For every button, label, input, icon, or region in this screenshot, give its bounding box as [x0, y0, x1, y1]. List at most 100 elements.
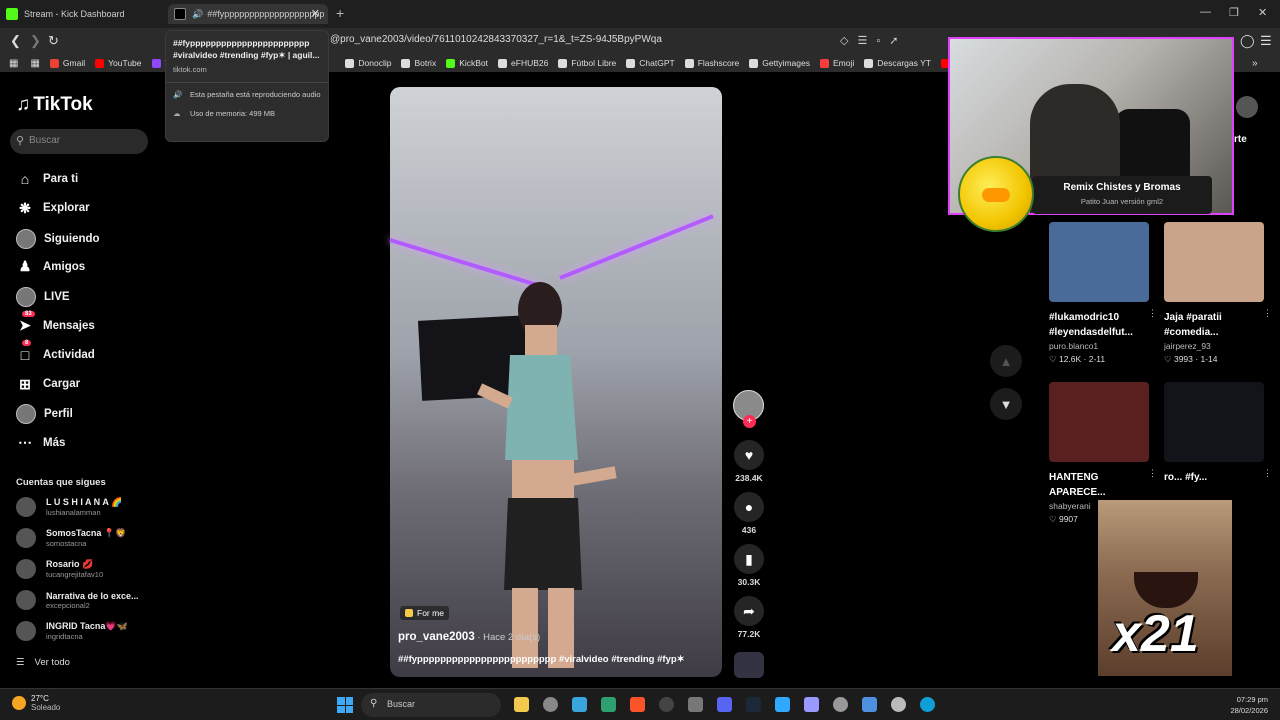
save-button[interactable]: ▮ 30.3K — [733, 544, 765, 587]
bookmark-item[interactable]: KickBot — [446, 58, 488, 68]
app-icon[interactable] — [601, 697, 616, 712]
previous-video-button[interactable]: ▲ — [990, 345, 1022, 377]
related-video-card[interactable]: Jaja #paratii #comedia... jairperez_93 ♡ 3… — [1164, 222, 1272, 365]
more-options-icon[interactable]: ⋮ — [1263, 468, 1272, 479]
bookmark-item[interactable]: Donoclip — [345, 58, 391, 68]
restore-icon[interactable]: ❐ — [1229, 6, 1239, 19]
following-account[interactable]: Narrativa de lo exce... excepcional2 — [16, 590, 139, 610]
notepad-icon[interactable] — [862, 697, 877, 712]
speaker-icon[interactable]: 🔊 — [192, 9, 203, 20]
next-video-button[interactable]: ▼ — [990, 388, 1022, 420]
nav-item-live[interactable]: LIVE — [16, 287, 70, 308]
nav-item-actividad[interactable]: □ 8 Actividad — [16, 339, 95, 364]
related-tab[interactable]: rte — [1234, 134, 1247, 145]
nav-item-m-s[interactable]: ⋯ Más — [16, 434, 65, 452]
weather-widget[interactable]: 27°C Soleado — [12, 694, 60, 712]
url-field[interactable]: @pro_vane2003/video/7611010242843370327_… — [330, 34, 662, 45]
meme-multiplier: x21 — [1112, 605, 1199, 663]
hovercard-domain: tiktok.com — [173, 65, 207, 74]
tiktok-logo[interactable]: ♫ TikTok — [16, 94, 93, 116]
nav-item-amigos[interactable]: ♟ Amigos — [16, 258, 85, 276]
edge-icon[interactable] — [920, 697, 935, 712]
start-button[interactable] — [337, 697, 353, 713]
nav-item-siguiendo[interactable]: Siguiendo — [16, 228, 100, 249]
bookmark-item[interactable]: eFHUB26 — [498, 58, 548, 68]
creator-avatar[interactable]: + — [733, 390, 764, 428]
app-icon[interactable] — [659, 697, 674, 712]
address-bar-icons[interactable]: ◇☰▫➚ — [840, 34, 907, 47]
minimize-icon[interactable]: — — [1200, 6, 1211, 18]
video-caption[interactable]: ##fypppppppppppppppppppppppp #viralvideo… — [398, 654, 685, 665]
following-avatar-icon — [16, 228, 36, 249]
bookmark-item[interactable]: Descargas YT — [864, 58, 931, 68]
steam-icon[interactable] — [746, 697, 761, 712]
tab-tiktok[interactable]: 🔊 ##fypppppppppppppppppppp ✕ — [168, 4, 328, 24]
more-options-icon[interactable]: ⋮ — [1148, 308, 1157, 319]
media-player-icon[interactable] — [891, 697, 906, 712]
bookmark-item[interactable]: ChatGPT — [626, 58, 675, 68]
nav-item-mensajes[interactable]: ➤ 83 Mensajes — [16, 310, 95, 335]
related-video-card[interactable]: ro... #fy... ⋮ — [1164, 382, 1272, 485]
calculator-icon[interactable] — [688, 697, 703, 712]
taskbar-search[interactable]: ⚲ Buscar — [361, 693, 501, 717]
bookmark-item[interactable]: Flashscore — [684, 58, 739, 68]
bookmark-item[interactable]: Emoji — [819, 58, 854, 68]
following-account[interactable]: Rosario 💋 tucangrejitafav10 — [16, 559, 103, 579]
window-close-icon[interactable]: ✕ — [1258, 6, 1267, 19]
close-tab-icon[interactable]: ✕ — [311, 7, 320, 20]
following-account[interactable]: L U S H I A N A 🌈 lushianalamman — [16, 497, 122, 517]
music-disc-icon[interactable] — [734, 652, 764, 678]
nav-item-explorar[interactable]: ❋ Explorar — [16, 199, 90, 217]
nav-item-cargar[interactable]: ⊞ Cargar — [16, 375, 80, 393]
bookmark-item[interactable]: Gmail — [49, 58, 85, 68]
nav-item-perfil[interactable]: Perfil — [16, 404, 73, 425]
bookmark-item[interactable]: Botrix — [401, 58, 436, 68]
related-video-card[interactable]: #lukamodric10 #leyendasdelfut... puro.bla… — [1049, 222, 1157, 365]
more-options-icon[interactable]: ⋮ — [1148, 468, 1157, 479]
video-thumbnail[interactable] — [1164, 222, 1264, 302]
search-input[interactable]: ⚲ Buscar — [10, 129, 148, 154]
bookmarks-overflow-icon[interactable]: » — [1252, 58, 1258, 69]
comment-button[interactable]: ● 436 — [733, 492, 765, 535]
reload-icon[interactable]: ↻ — [48, 33, 59, 49]
photoshop-icon[interactable] — [775, 697, 790, 712]
more-options-icon[interactable]: ⋮ — [1263, 308, 1272, 319]
follow-plus-icon[interactable]: + — [743, 415, 756, 428]
share-button[interactable]: ➦ 77.2K — [733, 596, 765, 639]
see-all-link[interactable]: ☰ Ver todo — [16, 657, 70, 668]
bookmark-icon — [749, 58, 759, 68]
settings-icon[interactable] — [833, 697, 848, 712]
discord-icon[interactable] — [717, 697, 732, 712]
live-avatar-icon — [16, 287, 36, 308]
chatgpt-icon[interactable] — [543, 697, 558, 712]
following-account[interactable]: INGRID Tacna💗🦋 ingridtacna — [16, 621, 128, 641]
bookmark-item[interactable]: YouTube — [95, 58, 142, 68]
video-author[interactable]: pro_vane2003 · Hace 2 día(s) — [398, 631, 540, 643]
video-thumbnail[interactable] — [1049, 382, 1149, 462]
forward-icon[interactable]: ❯ — [30, 33, 41, 49]
app-icon[interactable] — [572, 697, 587, 712]
bookmark-item[interactable]: Fútbol Libre — [558, 58, 616, 68]
following-account[interactable]: SomosTacna 📍🦁 somostacna — [16, 528, 126, 548]
video-thumbnail[interactable] — [1164, 382, 1264, 462]
bookmark-item[interactable]: Gettyimages — [749, 58, 810, 68]
apps-grid-icon[interactable]: ▦ — [9, 58, 18, 69]
like-button[interactable]: ♥ 238.4K — [733, 440, 765, 483]
system-clock[interactable]: 07:29 pm 28/02/2026 — [1230, 694, 1268, 716]
brave-icon[interactable] — [630, 697, 645, 712]
avatar — [16, 559, 36, 579]
bookmark-icon — [401, 58, 411, 68]
notification-badge: 83 — [22, 310, 35, 317]
new-tab-button[interactable]: + — [336, 5, 344, 21]
menu-icon[interactable]: ☰ — [1260, 33, 1272, 49]
back-icon[interactable]: ❮ — [10, 33, 21, 49]
tab-kick-dashboard[interactable]: Stream - Kick Dashboard — [6, 4, 166, 24]
file-explorer-icon[interactable] — [514, 697, 529, 712]
brave-shield-icon[interactable]: ◯ — [1240, 33, 1255, 49]
dancer-figure — [477, 282, 617, 668]
video-thumbnail[interactable] — [1049, 222, 1149, 302]
premiere-icon[interactable] — [804, 697, 819, 712]
nav-item-para-ti[interactable]: ⌂ Para ti — [16, 170, 78, 188]
user-avatar[interactable] — [1236, 96, 1258, 118]
bookmark-folder-icon[interactable]: ▦ — [30, 58, 39, 69]
